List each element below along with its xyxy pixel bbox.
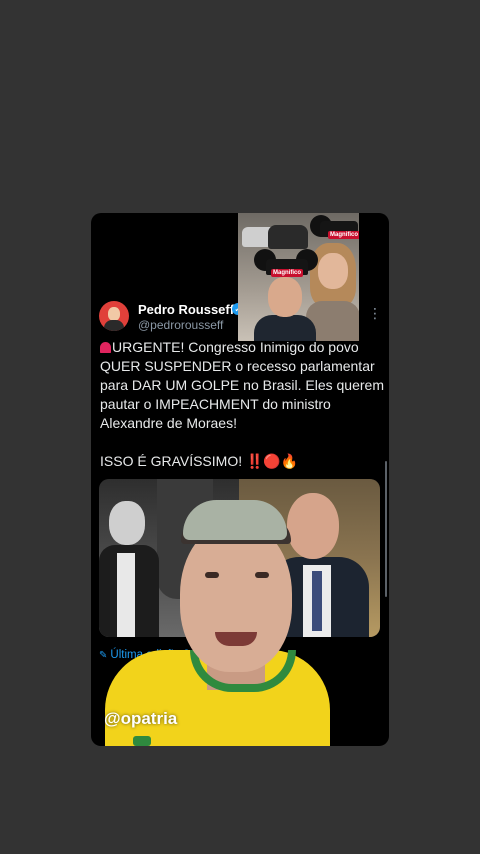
siren-emoji-icon bbox=[100, 342, 111, 353]
person-cap bbox=[183, 500, 287, 540]
tweet-text-line-4: pautar o IMPEACHMENT do ministro bbox=[100, 396, 331, 412]
tweet-text-line-6: ISSO É GRAVÍSSIMO! ‼️🔴🔥 bbox=[100, 453, 299, 469]
tweet-text: URGENTE! Congresso Inimigo do povo QUER … bbox=[100, 338, 384, 471]
tweet-text-line-1: URGENTE! Congresso Inimigo do povo bbox=[112, 339, 359, 355]
tweet-text-line-5: Alexandre de Moraes! bbox=[100, 415, 237, 431]
tweet-text-line-3: para DAR UM GOLPE no Brasil. Eles querem bbox=[100, 377, 384, 393]
author-avatar[interactable] bbox=[99, 301, 129, 331]
more-options-icon[interactable]: ⋮ bbox=[368, 305, 382, 322]
woman-face bbox=[318, 253, 348, 289]
shirt-badge-icon bbox=[133, 736, 151, 746]
channel-watermark: @opatria bbox=[104, 709, 178, 728]
hat-label: Magnifico bbox=[271, 269, 303, 277]
avatar-head bbox=[108, 307, 120, 321]
scrollbar[interactable] bbox=[385, 461, 387, 597]
car-shape bbox=[268, 225, 308, 249]
author-name[interactable]: Pedro Rousseff bbox=[138, 302, 234, 317]
man-suit bbox=[254, 315, 316, 341]
author-handle[interactable]: @pedrorousseff bbox=[138, 318, 223, 332]
person-eye bbox=[255, 572, 269, 578]
avatar-torso bbox=[104, 320, 124, 331]
person-face bbox=[180, 522, 292, 672]
man-face bbox=[268, 277, 302, 317]
meme-photo-overlay: Magnifico Magnifico bbox=[238, 213, 359, 341]
tweet-text-line-2: QUER SUSPENDER o recesso parlamentar bbox=[100, 358, 375, 374]
hat-label: Magnifico bbox=[328, 231, 359, 239]
person-eye bbox=[205, 572, 219, 578]
